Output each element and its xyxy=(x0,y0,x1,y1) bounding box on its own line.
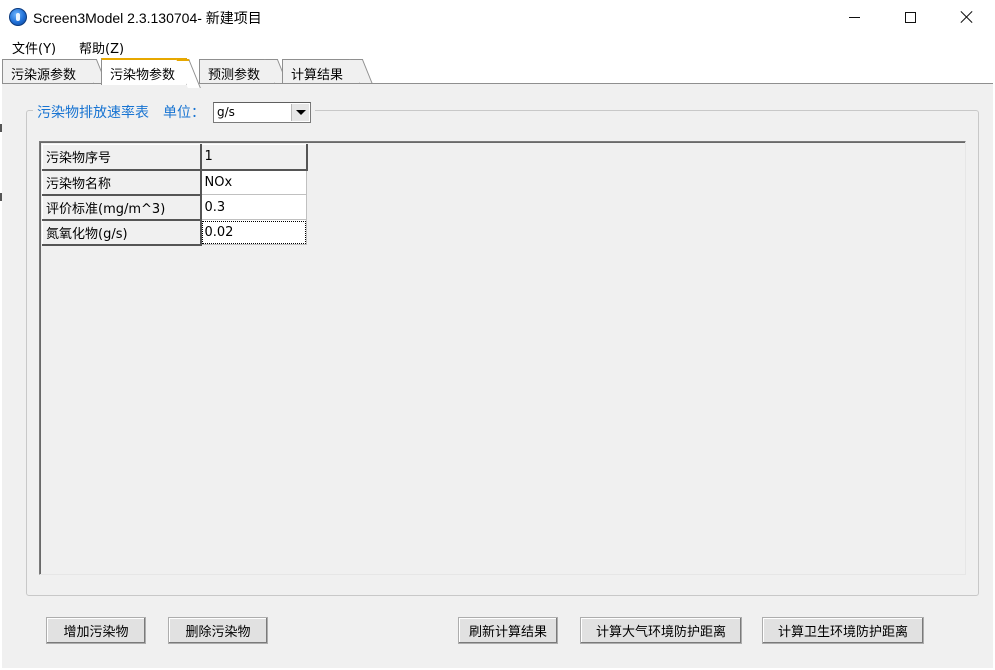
calc-health-distance-button[interactable]: 计算卫生环境防护距离 xyxy=(762,617,924,644)
row-header: 污染物序号 xyxy=(42,144,202,171)
table-row: 污染物名称 NOx xyxy=(42,169,307,196)
chevron-down-icon[interactable] xyxy=(291,103,309,121)
unit-select-value: g/s xyxy=(217,104,235,119)
grid-cell[interactable]: 0.3 xyxy=(200,194,307,220)
row-header: 评价标准(mg/m^3) xyxy=(42,194,202,221)
grid-cell[interactable]: 1 xyxy=(200,144,308,171)
tab-calc-results[interactable]: 计算结果 xyxy=(282,59,360,84)
table-row: 氮氧化物(g/s) 0.02 xyxy=(42,219,307,246)
tab-pollution-source[interactable]: 污染源参数 xyxy=(2,59,94,84)
minimize-button[interactable] xyxy=(826,0,883,34)
unit-label: 单位： xyxy=(163,105,205,121)
pollutant-grid-panel[interactable]: 污染物序号 1 污染物名称 NOx 评价标准(mg/m^3) 0.3 氮氧化物(… xyxy=(39,141,966,575)
table-row: 污染物序号 1 xyxy=(42,144,308,171)
menu-bar: 文件(Y) 帮助(Z) xyxy=(0,34,995,58)
row-header: 污染物名称 xyxy=(42,169,202,196)
calc-atmospheric-distance-button[interactable]: 计算大气环境防护距离 xyxy=(580,617,742,644)
window-title: Screen3Model 2.3.130704- 新建项目 xyxy=(33,10,262,26)
minimize-icon xyxy=(849,16,860,18)
pollutant-grid: 污染物序号 1 污染物名称 NOx 评价标准(mg/m^3) 0.3 氮氧化物(… xyxy=(42,144,308,246)
add-pollutant-button[interactable]: 增加污染物 xyxy=(46,617,146,644)
app-icon[interactable] xyxy=(9,8,27,26)
close-button[interactable] xyxy=(938,0,995,34)
emission-rate-legend: 污染物排放速率表 单位： g/s xyxy=(33,100,315,124)
refresh-results-button[interactable]: 刷新计算结果 xyxy=(458,617,558,644)
maximize-icon xyxy=(905,11,916,23)
tab-prediction-params[interactable]: 预测参数 xyxy=(199,59,275,84)
emission-rate-title: 污染物排放速率表 xyxy=(37,105,149,121)
unit-select[interactable]: g/s xyxy=(213,101,311,123)
tab-content-panel: 污染物排放速率表 单位： g/s 污染物序号 1 污染物名称 NOx 评价标准(… xyxy=(2,83,993,668)
close-icon xyxy=(960,10,974,24)
title-bar: Screen3Model 2.3.130704- 新建项目 xyxy=(0,0,995,34)
maximize-button[interactable] xyxy=(882,0,939,34)
grid-cell[interactable]: NOx xyxy=(200,169,307,195)
menu-file[interactable]: 文件(Y) xyxy=(12,38,56,57)
table-row: 评价标准(mg/m^3) 0.3 xyxy=(42,194,307,221)
delete-pollutant-button[interactable]: 删除污染物 xyxy=(168,617,268,644)
menu-help[interactable]: 帮助(Z) xyxy=(79,38,124,57)
tab-pollutant-params[interactable]: 污染物参数 xyxy=(101,58,187,85)
grid-cell[interactable]: 0.02 xyxy=(200,219,307,245)
row-header: 氮氧化物(g/s) xyxy=(42,219,202,246)
tab-strip: 污染源参数 污染物参数 预测参数 计算结果 xyxy=(0,58,995,85)
